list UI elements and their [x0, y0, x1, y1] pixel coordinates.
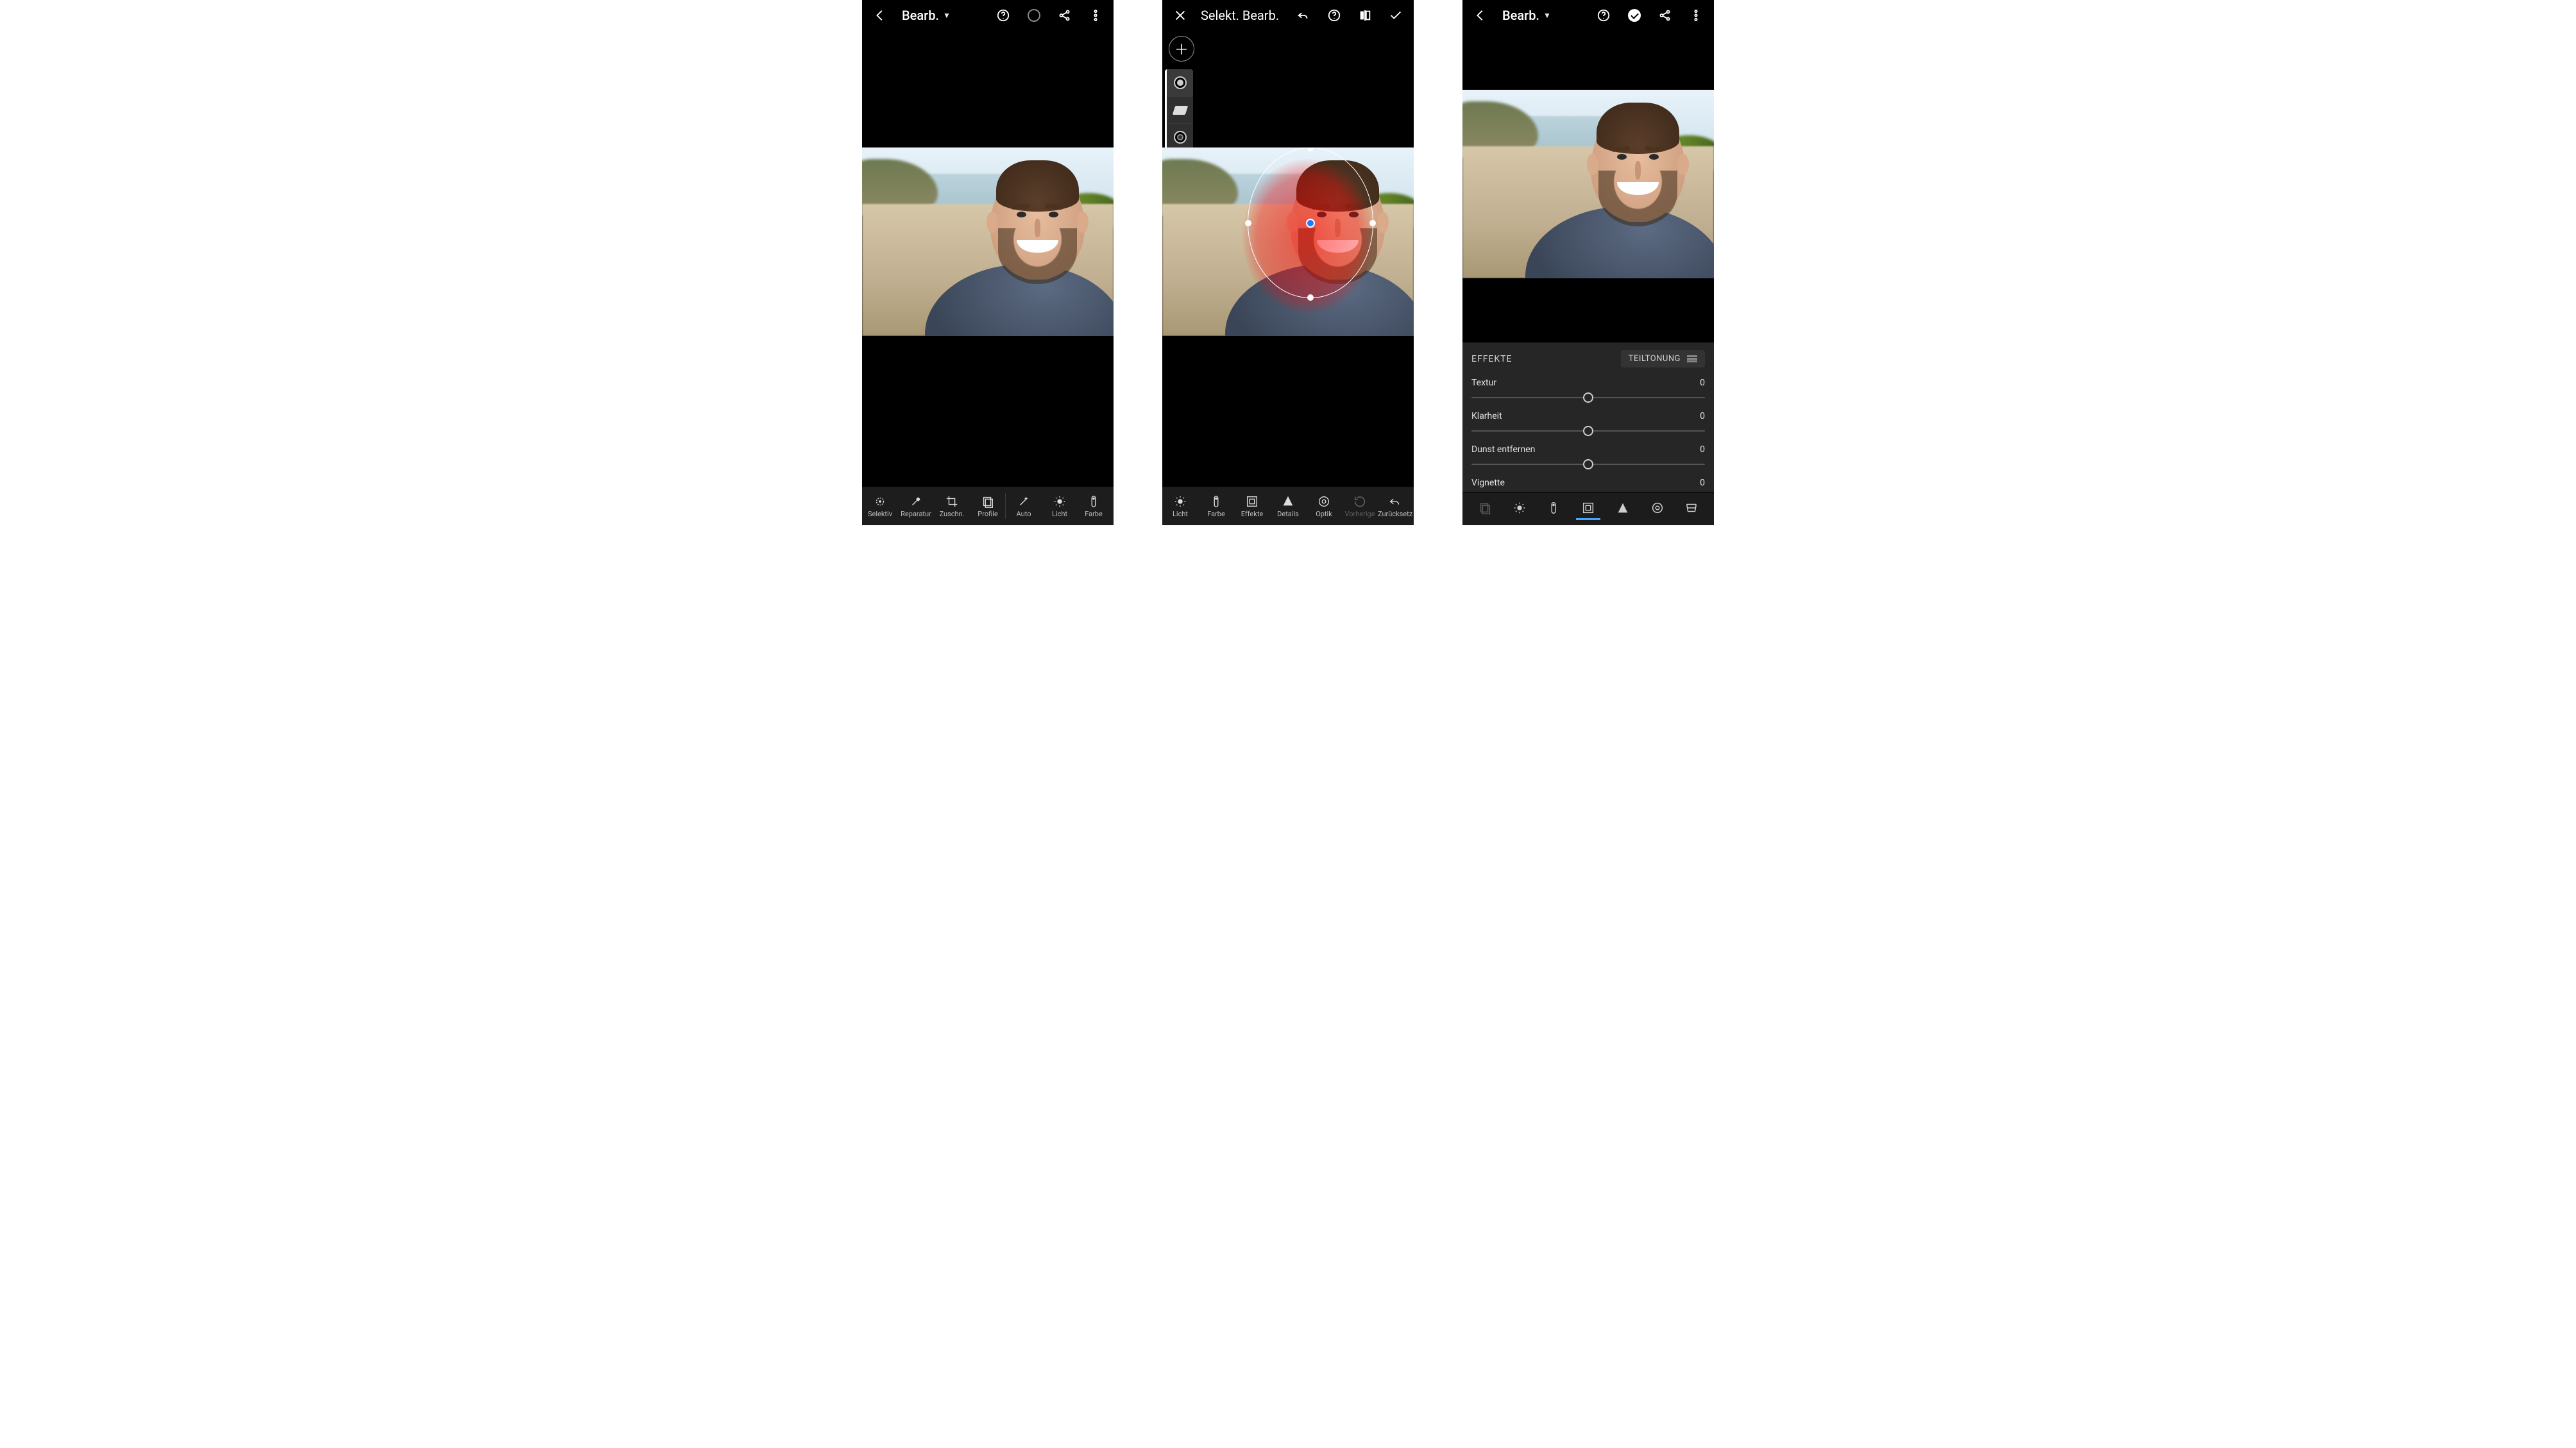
slider-value: 0: [1700, 478, 1705, 488]
tool-label: Licht: [1173, 510, 1188, 518]
more-icon[interactable]: [1083, 3, 1108, 28]
screenshot-triptych: Bearb. ▼: [821, 0, 1755, 525]
slider-label: Textur: [1471, 378, 1496, 388]
chevron-down-icon: ▼: [1543, 11, 1551, 20]
effects-heading: EFFEKTE: [1471, 354, 1513, 364]
slider-thumb[interactable]: [1583, 459, 1593, 469]
tool-label: Zuschn.: [939, 510, 964, 518]
help-icon[interactable]: [990, 3, 1016, 28]
compare-icon[interactable]: [1352, 3, 1378, 28]
slider-dunst: Dunst entfernen 0: [1462, 442, 1714, 475]
screen-title: Selekt. Bearb.: [1198, 8, 1279, 23]
tab-profile[interactable]: [1473, 498, 1497, 520]
slider-klarheit: Klarheit 0: [1462, 408, 1714, 442]
tab-optics[interactable]: [1645, 498, 1670, 520]
tool-label: Selektiv: [868, 510, 892, 518]
tool-label: Farbe: [1207, 510, 1225, 518]
selective-toolbar: Licht Farbe Effekte Details Optik Vorher…: [1162, 487, 1414, 525]
tool-details[interactable]: Details: [1270, 487, 1306, 525]
back-icon[interactable]: [867, 3, 893, 28]
split-toning-icon: [1687, 355, 1697, 363]
tool-optik[interactable]: Optik: [1306, 487, 1342, 525]
tool-label: Auto: [1017, 510, 1031, 518]
screen-selective-edit: Selekt. Bearb. ＋: [1162, 0, 1414, 525]
slider-label: Klarheit: [1471, 411, 1502, 421]
tool-label: Zurücksetz: [1378, 510, 1412, 518]
back-icon[interactable]: [1468, 3, 1493, 28]
share-icon[interactable]: [1052, 3, 1078, 28]
help-icon[interactable]: [1321, 3, 1347, 28]
tab-geometry[interactable]: [1679, 498, 1704, 520]
tab-color[interactable]: [1541, 498, 1566, 520]
split-toning-label: TEILTONUNG: [1629, 354, 1681, 364]
slider-thumb[interactable]: [1583, 392, 1593, 403]
slider-textur: Textur 0: [1462, 375, 1714, 408]
cloud-status-icon[interactable]: [1622, 3, 1647, 28]
slider-track[interactable]: [1471, 425, 1705, 437]
slider-value: 0: [1700, 411, 1705, 421]
chevron-down-icon: ▼: [943, 11, 951, 20]
tool-licht[interactable]: Licht: [1042, 487, 1078, 525]
topbar: Selekt. Bearb.: [1162, 0, 1414, 31]
tool-auto[interactable]: Auto: [1006, 487, 1042, 525]
tool-farbe[interactable]: Farbe: [1198, 487, 1234, 525]
topbar: Bearb. ▼: [1462, 0, 1714, 31]
canvas[interactable]: [862, 31, 1114, 487]
topbar: Bearb. ▼: [862, 0, 1114, 31]
tool-label: Profile: [978, 510, 997, 518]
photo: [862, 147, 1114, 336]
close-icon[interactable]: [1167, 3, 1193, 28]
tool-label: Vorherige: [1344, 510, 1375, 518]
canvas[interactable]: [1462, 31, 1714, 342]
mode-dropdown[interactable]: Bearb. ▼: [1498, 8, 1555, 23]
more-icon[interactable]: [1683, 3, 1709, 28]
tool-effekte[interactable]: Effekte: [1234, 487, 1270, 525]
photo: [1162, 147, 1414, 336]
slider-value: 0: [1700, 378, 1705, 388]
tool-label: Optik: [1316, 510, 1332, 518]
tool-vorherige: Vorherige: [1342, 487, 1378, 525]
tool-selektiv[interactable]: Selektiv: [862, 487, 898, 525]
tool-label: Effekte: [1241, 510, 1264, 518]
tool-zuruecksetz[interactable]: Zurücksetz: [1378, 487, 1412, 525]
confirm-icon[interactable]: [1383, 3, 1409, 28]
tool-reparatur[interactable]: Reparatur: [898, 487, 934, 525]
undo-icon[interactable]: [1291, 3, 1316, 28]
tool-label: Details: [1277, 510, 1299, 518]
mode-dropdown[interactable]: Bearb. ▼: [898, 8, 954, 23]
tool-licht[interactable]: Licht: [1162, 487, 1198, 525]
share-icon[interactable]: [1652, 3, 1678, 28]
slider-track[interactable]: [1471, 392, 1705, 403]
slider-label: Vignette: [1471, 478, 1505, 488]
help-icon[interactable]: [1591, 3, 1616, 28]
flag-ring-icon[interactable]: [1021, 3, 1047, 28]
slider-value: 0: [1700, 444, 1705, 455]
tab-light[interactable]: [1507, 498, 1532, 520]
mode-dropdown-label: Bearb.: [1502, 8, 1539, 23]
tool-label: Reparatur: [901, 510, 931, 518]
tab-effects[interactable]: [1576, 498, 1600, 520]
slider-track[interactable]: [1471, 459, 1705, 470]
tab-detail[interactable]: [1611, 498, 1635, 520]
split-toning-button[interactable]: TEILTONUNG: [1621, 350, 1705, 367]
photo: [1462, 90, 1714, 278]
canvas[interactable]: [1162, 31, 1414, 487]
tool-zuschn[interactable]: Zuschn.: [934, 487, 970, 525]
tool-profile[interactable]: Profile: [970, 487, 1006, 525]
tool-label: Licht: [1052, 510, 1067, 518]
slider-thumb[interactable]: [1583, 426, 1593, 436]
slider-label: Dunst entfernen: [1471, 444, 1535, 455]
tool-label: Farbe: [1085, 510, 1103, 518]
effects-category-tabs: [1462, 492, 1714, 525]
tool-farbe[interactable]: Farbe: [1078, 487, 1110, 525]
slider-vignette: Vignette 0: [1462, 475, 1714, 488]
effects-panel: EFFEKTE TEILTONUNG Textur 0 Klarhei: [1462, 342, 1714, 525]
screen-edit-effects: Bearb. ▼: [1462, 0, 1714, 525]
edit-toolbar: Selektiv Reparatur Zuschn. Profile Auto …: [862, 487, 1114, 525]
mode-dropdown-label: Bearb.: [902, 8, 939, 23]
screen-edit-default: Bearb. ▼: [862, 0, 1114, 525]
